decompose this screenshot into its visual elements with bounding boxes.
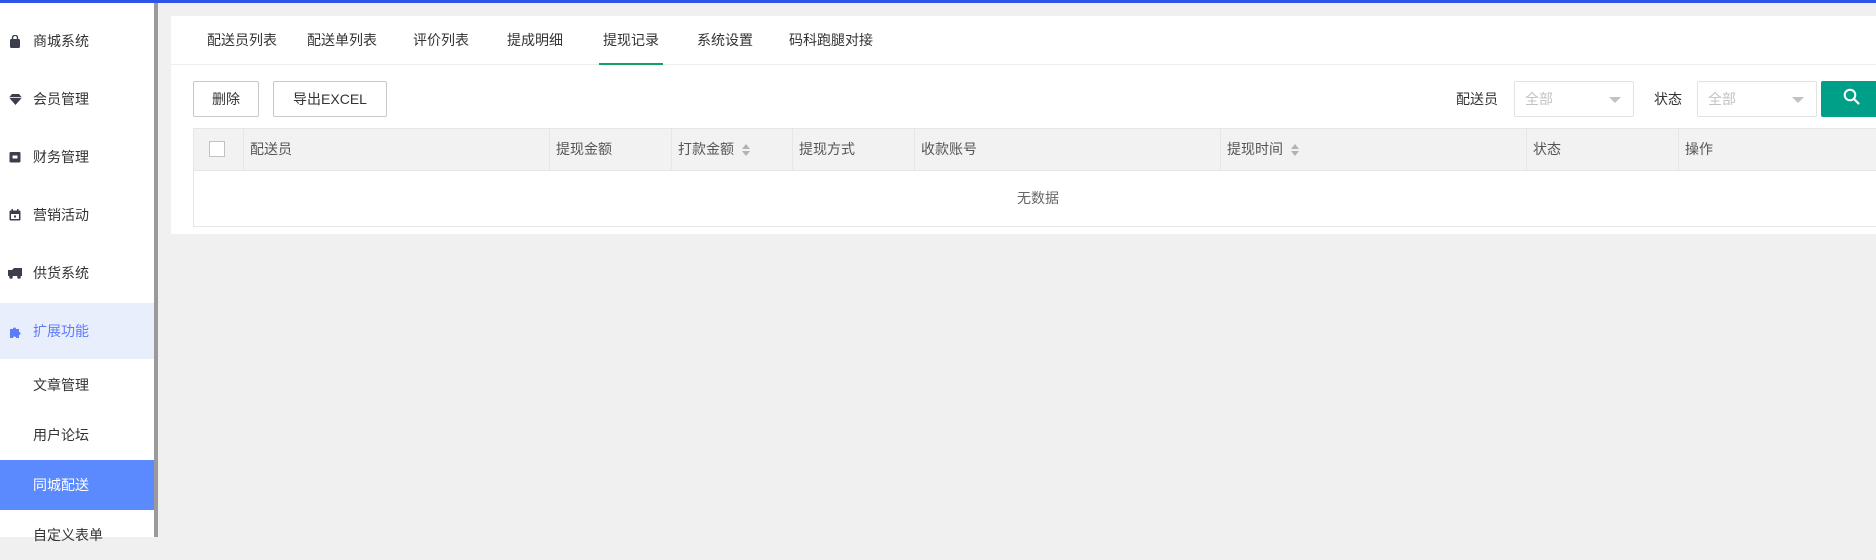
courier-filter-label: 配送员 (1456, 91, 1498, 107)
header-label: 配送员 (250, 141, 292, 157)
header-label: 提现方式 (799, 141, 855, 157)
sidebar-divider[interactable] (154, 3, 158, 537)
status-filter-label: 状态 (1654, 91, 1682, 107)
tab-review-list[interactable]: 评价列表 (413, 16, 469, 64)
tab-system-settings[interactable]: 系统设置 (697, 16, 753, 64)
table-header: 配送员 提现金额 打款金额 提现方式 收款账号 提现时间 状态 操作 (194, 129, 1876, 171)
delete-button[interactable]: 删除 (193, 81, 259, 117)
sidebar-item-marketing[interactable]: 营销活动 (0, 187, 154, 243)
status-select[interactable]: 全部 (1697, 81, 1817, 117)
header-label: 状态 (1533, 141, 1561, 157)
search-icon (1843, 88, 1860, 110)
sidebar-item-mall-system[interactable]: 商城系统 (0, 13, 154, 69)
sidebar-item-supply-system[interactable]: 供货系统 (0, 245, 154, 301)
header-withdraw-amount[interactable]: 提现金额 (550, 129, 672, 170)
courier-select-value: 全部 (1525, 91, 1553, 107)
search-button[interactable] (1821, 81, 1876, 117)
sidebar-subitem-local-delivery[interactable]: 同城配送 (0, 460, 154, 510)
header-paid-amount[interactable]: 打款金额 (672, 129, 793, 170)
header-account-number[interactable]: 收款账号 (915, 129, 1221, 170)
sidebar-subitem-label: 自定义表单 (33, 527, 103, 543)
chevron-down-icon (1792, 97, 1804, 103)
header-label: 操作 (1685, 141, 1713, 157)
header-actions[interactable]: 操作 (1679, 129, 1876, 170)
select-all-checkbox[interactable] (209, 141, 225, 157)
status-select-value: 全部 (1708, 91, 1736, 107)
tab-withdrawal-records[interactable]: 提现记录 (599, 16, 663, 65)
bag-icon (8, 34, 22, 48)
sidebar: 商城系统 会员管理 财务管理 营销活动 供货系统 扩展功能 文章管理 用户论坛 (0, 3, 154, 543)
sidebar-subitem-custom-form[interactable]: 自定义表单 (0, 510, 154, 560)
tab-courier-list[interactable]: 配送员列表 (207, 16, 277, 64)
sidebar-item-label: 营销活动 (33, 207, 89, 223)
header-select-cell (194, 129, 244, 170)
sidebar-subitem-label: 同城配送 (33, 477, 89, 493)
header-status[interactable]: 状态 (1527, 129, 1679, 170)
sidebar-item-label: 供货系统 (33, 265, 89, 281)
tab-bar: 配送员列表 配送单列表 评价列表 提成明细 提现记录 系统设置 码科跑腿对接 (171, 16, 1876, 65)
sidebar-item-finance-management[interactable]: 财务管理 (0, 129, 154, 185)
calendar-icon (8, 208, 22, 222)
header-label: 提现时间 (1227, 141, 1283, 157)
header-label: 收款账号 (921, 141, 977, 157)
header-label: 打款金额 (678, 141, 734, 157)
main-panel: 配送员列表 配送单列表 评价列表 提成明细 提现记录 系统设置 码科跑腿对接 删… (171, 16, 1876, 234)
chevron-down-icon (1609, 97, 1621, 103)
header-label: 提现金额 (556, 141, 612, 157)
header-withdraw-time[interactable]: 提现时间 (1221, 129, 1527, 170)
sidebar-item-label: 会员管理 (33, 91, 89, 107)
wallet-icon (8, 150, 22, 164)
top-accent-line (0, 0, 1876, 3)
sidebar-subitem-label: 用户论坛 (33, 427, 89, 443)
sidebar-subitem-label: 文章管理 (33, 377, 89, 393)
tab-commission-details[interactable]: 提成明细 (507, 16, 563, 64)
export-excel-button[interactable]: 导出EXCEL (273, 81, 387, 117)
header-courier[interactable]: 配送员 (244, 129, 550, 170)
puzzle-icon (8, 324, 22, 338)
sidebar-item-member-management[interactable]: 会员管理 (0, 71, 154, 127)
header-withdraw-method[interactable]: 提现方式 (793, 129, 915, 170)
diamond-icon (8, 92, 22, 106)
sidebar-subitem-forum[interactable]: 用户论坛 (0, 410, 154, 460)
truck-icon (8, 266, 22, 280)
tab-delivery-order-list[interactable]: 配送单列表 (307, 16, 377, 64)
sidebar-item-label: 财务管理 (33, 149, 89, 165)
sidebar-item-label: 扩展功能 (33, 323, 89, 339)
sidebar-subitem-articles[interactable]: 文章管理 (0, 360, 154, 410)
courier-select[interactable]: 全部 (1514, 81, 1634, 117)
withdrawal-table: 配送员 提现金额 打款金额 提现方式 收款账号 提现时间 状态 操作 无数据 (193, 128, 1876, 227)
tab-errand-integration[interactable]: 码科跑腿对接 (789, 16, 873, 64)
sort-icon[interactable] (742, 143, 751, 157)
sidebar-item-extensions[interactable]: 扩展功能 (0, 303, 154, 359)
sidebar-item-label: 商城系统 (33, 33, 89, 49)
empty-state: 无数据 (1017, 190, 1059, 206)
sort-icon[interactable] (1291, 143, 1300, 157)
